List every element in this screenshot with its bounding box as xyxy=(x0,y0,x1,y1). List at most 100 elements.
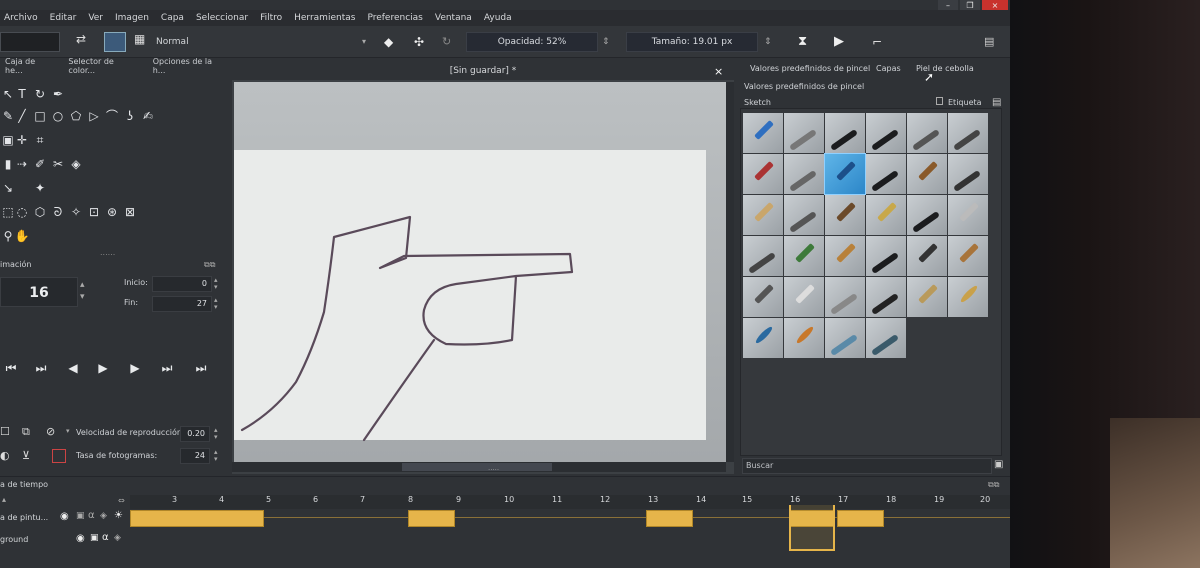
brush-preset[interactable] xyxy=(907,277,947,317)
start-stepper[interactable]: ▴ ▾ xyxy=(214,277,218,291)
menu-archivo[interactable]: Archivo xyxy=(4,13,38,23)
frame-rate-field[interactable]: 24 xyxy=(180,448,210,464)
freehand-select-icon[interactable]: ᘐ xyxy=(50,204,66,220)
speed-stepper[interactable]: ▴ ▾ xyxy=(214,427,218,441)
brush-preset[interactable] xyxy=(866,277,906,317)
timeline-menu-icon[interactable]: ▴ xyxy=(2,495,6,504)
menu-seleccionar[interactable]: Seleccionar xyxy=(196,13,248,23)
tab-color-selector[interactable]: Selector de color... xyxy=(68,57,132,75)
brush-preset[interactable] xyxy=(825,318,865,358)
brush-preset[interactable] xyxy=(743,154,783,194)
onion-toggle-icon[interactable]: ◈ xyxy=(100,511,107,521)
preset-set-select[interactable]: Sketch xyxy=(744,98,771,107)
brush-preset[interactable] xyxy=(825,113,865,153)
eye-icon[interactable]: ◉ xyxy=(76,533,85,544)
lock-icon[interactable]: ▣ xyxy=(76,511,85,521)
timeline-layer-row[interactable]: a de pintu... ◉ ▣ α ◈ ☀ xyxy=(0,507,1010,529)
brush-preset[interactable] xyxy=(907,113,947,153)
brush-preset[interactable] xyxy=(784,318,824,358)
previous-keyframe-icon[interactable]: ⏭ xyxy=(32,360,50,376)
brush-preset[interactable] xyxy=(948,113,988,153)
export-icon[interactable]: ⊻ xyxy=(22,449,30,462)
polygon-select-icon[interactable]: ⬡ xyxy=(32,204,48,220)
onion-skin-icon[interactable]: ☐ xyxy=(0,425,14,439)
pattern-grid-icon[interactable]: ▦ xyxy=(134,32,150,52)
brush-preset[interactable] xyxy=(866,236,906,276)
current-frame-field[interactable]: 16 xyxy=(0,277,78,307)
canvas-background[interactable] xyxy=(234,82,726,462)
size-slider[interactable]: Tamaño: 19.01 px xyxy=(626,32,758,52)
blend-mode-select[interactable]: Normal xyxy=(156,32,356,52)
brush-preset[interactable] xyxy=(743,318,783,358)
brush-preset[interactable] xyxy=(866,154,906,194)
previous-frame-icon[interactable]: ◀ xyxy=(64,360,82,376)
end-field[interactable]: 27 xyxy=(152,296,212,312)
opacity-slider[interactable]: Opacidad: 52% xyxy=(466,32,598,52)
reference-tool-icon[interactable]: ✦ xyxy=(32,180,48,196)
end-stepper[interactable]: ▴ ▾ xyxy=(214,297,218,311)
brush-preset[interactable] xyxy=(825,195,865,235)
bulb-icon[interactable]: ☀ xyxy=(114,510,123,521)
tab-layers[interactable]: Capas xyxy=(876,64,901,73)
mirror-horizontal-icon[interactable]: ⧗ xyxy=(798,32,816,52)
ellipse-select-icon[interactable]: ◌ xyxy=(14,204,30,220)
polygon-tool-icon[interactable]: ⬠ xyxy=(68,108,84,124)
keyframe-block[interactable] xyxy=(408,510,455,527)
chevron-down-icon[interactable]: ▾ xyxy=(66,427,70,435)
menu-capa[interactable]: Capa xyxy=(161,13,184,23)
brush-preset[interactable] xyxy=(948,277,988,317)
alpha-lock-icon[interactable]: ✣ xyxy=(414,32,432,52)
brush-preset[interactable] xyxy=(866,195,906,235)
playback-speed-field[interactable]: 0.20 xyxy=(180,426,210,442)
last-frame-icon[interactable]: ⏭ xyxy=(192,360,210,376)
autokey-icon[interactable]: ⊘ xyxy=(46,425,55,438)
onion-toggle-icon[interactable]: ◈ xyxy=(114,533,121,543)
lock-icon[interactable]: ▣ xyxy=(90,533,99,543)
chevron-down-icon[interactable]: ▾ xyxy=(362,32,372,52)
brush-preset[interactable] xyxy=(907,236,947,276)
save-icon[interactable]: ▣ xyxy=(994,459,1003,470)
ellipse-tool-icon[interactable]: ○ xyxy=(50,108,66,124)
menu-ayuda[interactable]: Ayuda xyxy=(484,13,512,23)
menu-ver[interactable]: Ver xyxy=(88,13,103,23)
brush-preset[interactable] xyxy=(784,195,824,235)
timeline-layer-row[interactable]: ground ◉ ▣ α ◈ xyxy=(0,529,1010,551)
record-icon[interactable] xyxy=(52,449,66,463)
tag-icon[interactable] xyxy=(936,97,943,105)
brush-search-input[interactable]: Buscar xyxy=(742,458,992,474)
eraser-icon[interactable]: ◆ xyxy=(384,32,402,52)
menu-ventana[interactable]: Ventana xyxy=(435,13,472,23)
vertical-scrollbar[interactable] xyxy=(726,82,734,462)
keyframe-block[interactable] xyxy=(646,510,693,527)
brush-preset[interactable] xyxy=(743,113,783,153)
brush-preset[interactable] xyxy=(866,318,906,358)
brush-preset[interactable] xyxy=(948,154,988,194)
measure-icon[interactable]: ⇢ xyxy=(14,156,30,172)
similar-select-icon[interactable]: ⊡ xyxy=(86,204,102,220)
brush-preset-icon[interactable] xyxy=(104,32,126,52)
menu-filtro[interactable]: Filtro xyxy=(260,13,282,23)
polyline-tool-icon[interactable]: ▷ xyxy=(86,108,102,124)
brush-preset[interactable] xyxy=(784,154,824,194)
menu-herramientas[interactable]: Herramientas xyxy=(294,13,355,23)
swap-colors-icon[interactable]: ⇄ xyxy=(76,32,92,52)
horizontal-scrollbar[interactable] xyxy=(232,462,726,472)
dynamic-brush-icon[interactable]: ✍ xyxy=(140,108,156,124)
brush-preset-selected[interactable] xyxy=(824,153,866,195)
eye-icon[interactable]: ◉ xyxy=(60,511,69,522)
scroll-thumb[interactable] xyxy=(402,463,552,471)
move-tool-icon[interactable]: ✛ xyxy=(14,132,30,148)
size-stepper[interactable]: ⇕ xyxy=(764,32,774,52)
workspace-icon[interactable]: ▤ xyxy=(984,32,1000,52)
menu-imagen[interactable]: Imagen xyxy=(115,13,149,23)
color-picker-icon[interactable]: ✐ xyxy=(32,156,48,172)
smart-patch-icon[interactable]: ✂ xyxy=(50,156,66,172)
brush-preset[interactable] xyxy=(948,236,988,276)
brush-preset[interactable] xyxy=(743,277,783,317)
brush-preset[interactable] xyxy=(743,236,783,276)
brush-preset[interactable] xyxy=(907,195,947,235)
crop-icon[interactable]: ⌐ xyxy=(872,32,890,52)
line-tool-icon[interactable]: ╱ xyxy=(14,108,30,124)
text-tool-icon[interactable]: T xyxy=(14,86,30,102)
magnetic-select-icon[interactable]: ⊠ xyxy=(122,204,138,220)
